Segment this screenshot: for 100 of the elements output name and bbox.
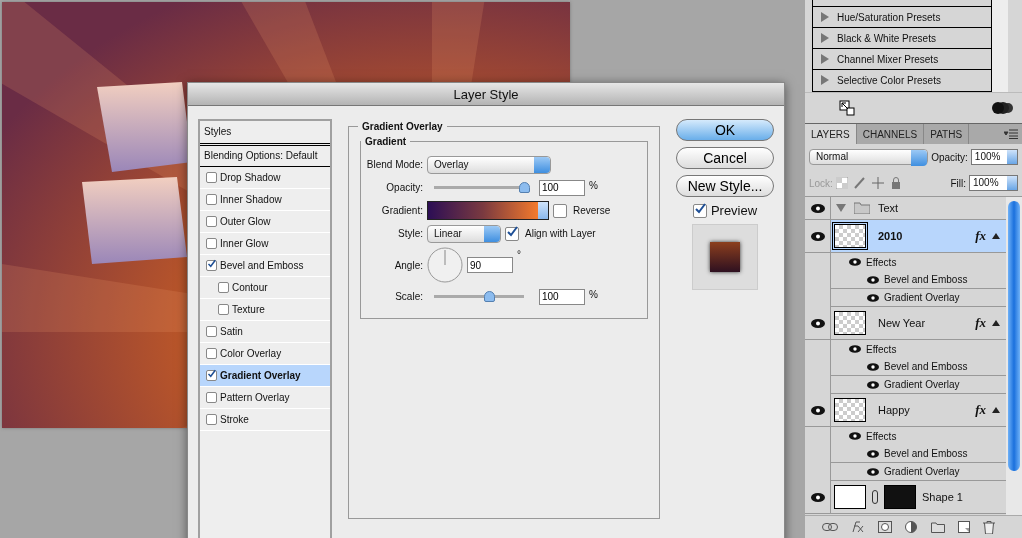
- checkbox[interactable]: [206, 348, 217, 359]
- checkbox[interactable]: [206, 172, 217, 183]
- layer-row[interactable]: Text: [831, 197, 1006, 219]
- group-title: Gradient: [364, 136, 408, 147]
- eye-icon[interactable]: [810, 203, 825, 213]
- style-item[interactable]: Outer Glow: [200, 211, 330, 233]
- dialog-button[interactable]: New Style...: [676, 175, 774, 197]
- adjustment-icon[interactable]: [905, 521, 918, 533]
- mask-icon[interactable]: [878, 521, 893, 533]
- preset-item[interactable]: Hue/Saturation Presets: [813, 7, 991, 28]
- checkbox[interactable]: [692, 203, 707, 218]
- eye-icon[interactable]: [810, 492, 825, 502]
- opacity-field[interactable]: 100%: [970, 149, 1018, 165]
- dialog-button[interactable]: Cancel: [676, 147, 774, 169]
- expand-arrow-icon[interactable]: [836, 204, 846, 212]
- style-dropdown[interactable]: Linear: [427, 224, 501, 243]
- expand-arrow-icon[interactable]: [821, 33, 829, 43]
- brush-icon[interactable]: [853, 177, 866, 189]
- opacity-field[interactable]: 100: [539, 179, 585, 196]
- preset-item[interactable]: Selective Color Presets: [813, 70, 991, 90]
- checkbox[interactable]: [206, 370, 217, 381]
- layer-row[interactable]: Happy fx: [831, 394, 1006, 426]
- style-item[interactable]: Inner Glow: [200, 233, 330, 255]
- layer-name: 2010: [878, 230, 904, 242]
- angle-field[interactable]: 90: [467, 257, 513, 273]
- folder-icon[interactable]: [930, 521, 945, 533]
- checkbox[interactable]: [206, 260, 217, 271]
- slider-thumb[interactable]: [483, 291, 495, 302]
- preset-item[interactable]: Black & White Presets: [813, 28, 991, 49]
- slider-thumb[interactable]: [519, 182, 530, 193]
- collapse-arrow-icon[interactable]: [992, 407, 1000, 413]
- checkbox-label: Preview: [710, 203, 758, 218]
- eye-icon[interactable]: [810, 318, 825, 328]
- scrollbar-track[interactable]: [992, 0, 1008, 92]
- collapse-arrow-icon[interactable]: [992, 233, 1000, 239]
- trash-icon[interactable]: [983, 520, 996, 534]
- blend-mode-dropdown[interactable]: Normal: [809, 149, 929, 165]
- expand-arrow-icon[interactable]: [821, 12, 829, 22]
- eye-icon[interactable]: [867, 293, 879, 302]
- expand-arrow-icon[interactable]: [821, 75, 829, 85]
- style-item[interactable]: Inner Shadow: [200, 189, 330, 211]
- eye-icon[interactable]: [849, 345, 861, 353]
- style-item[interactable]: Satin: [200, 321, 330, 343]
- checkbox[interactable]: [218, 282, 229, 293]
- checkbox[interactable]: [206, 414, 217, 425]
- fill-field[interactable]: 100%: [969, 175, 1018, 191]
- gradient-picker[interactable]: [427, 201, 549, 220]
- eye-icon[interactable]: [867, 467, 879, 476]
- eye-icon[interactable]: [810, 231, 825, 241]
- style-item[interactable]: Drop Shadow: [200, 167, 330, 189]
- style-item[interactable]: Stroke: [200, 409, 330, 431]
- checkbox[interactable]: [218, 304, 229, 315]
- checkbox[interactable]: [505, 226, 519, 241]
- layer-row[interactable]: Shape 1: [831, 481, 1006, 513]
- panel-tab[interactable]: LAYERS: [805, 124, 857, 144]
- preset-item[interactable]: Channel Mixer Presets: [813, 49, 991, 70]
- window-title: Layer Style: [453, 86, 519, 102]
- style-item[interactable]: Contour: [200, 277, 330, 299]
- checkbox[interactable]: [206, 194, 217, 205]
- style-item[interactable]: Bevel and Emboss: [200, 255, 330, 277]
- eye-icon[interactable]: [867, 275, 879, 284]
- expand-arrow-icon[interactable]: [821, 54, 829, 64]
- panel-tab[interactable]: PATHS: [924, 124, 970, 144]
- checkbox[interactable]: [206, 216, 217, 227]
- effects-icon[interactable]: [850, 521, 865, 533]
- dialog-button[interactable]: OK: [676, 119, 774, 141]
- link-icon[interactable]: [821, 523, 838, 531]
- circles-icon[interactable]: [992, 101, 1014, 115]
- preset-label: Black & White Presets: [837, 32, 936, 44]
- folder-icon: [854, 202, 870, 214]
- eye-icon[interactable]: [867, 362, 879, 371]
- blend-mode-dropdown[interactable]: Overlay: [427, 155, 551, 174]
- layer-row[interactable]: 2010 fx: [831, 220, 1006, 252]
- eye-icon[interactable]: [867, 449, 879, 458]
- style-item[interactable]: Gradient Overlay: [200, 365, 330, 387]
- style-preview: [692, 224, 758, 290]
- new-layer-icon[interactable]: [958, 521, 971, 533]
- style-item[interactable]: Pattern Overlay: [200, 387, 330, 409]
- blending-options-item[interactable]: Blending Options: Default: [200, 146, 330, 167]
- field-label: Blend Mode:: [365, 159, 423, 170]
- eye-icon[interactable]: [849, 432, 861, 440]
- eye-icon[interactable]: [810, 405, 825, 415]
- checkbox[interactable]: [206, 238, 217, 249]
- move-icon[interactable]: [871, 177, 884, 189]
- panel-tab[interactable]: CHANNELS: [856, 124, 925, 144]
- resize-arrow-icon[interactable]: [839, 100, 855, 116]
- link-icon: [872, 490, 878, 504]
- scale-field[interactable]: 100: [539, 288, 585, 305]
- layer-row[interactable]: New Year fx: [831, 307, 1006, 339]
- style-item[interactable]: Texture: [200, 299, 330, 321]
- styles-header[interactable]: Styles: [200, 121, 330, 146]
- checkbox[interactable]: [206, 392, 217, 403]
- scrollbar-thumb[interactable]: [1008, 201, 1020, 471]
- eye-icon[interactable]: [867, 380, 879, 389]
- checkbox[interactable]: [553, 203, 567, 218]
- lock-icon[interactable]: [889, 177, 902, 189]
- panel-menu-icon[interactable]: [1004, 129, 1018, 139]
- checkbox[interactable]: [206, 326, 217, 337]
- collapse-arrow-icon[interactable]: [992, 320, 1000, 326]
- eye-icon[interactable]: [849, 258, 861, 266]
